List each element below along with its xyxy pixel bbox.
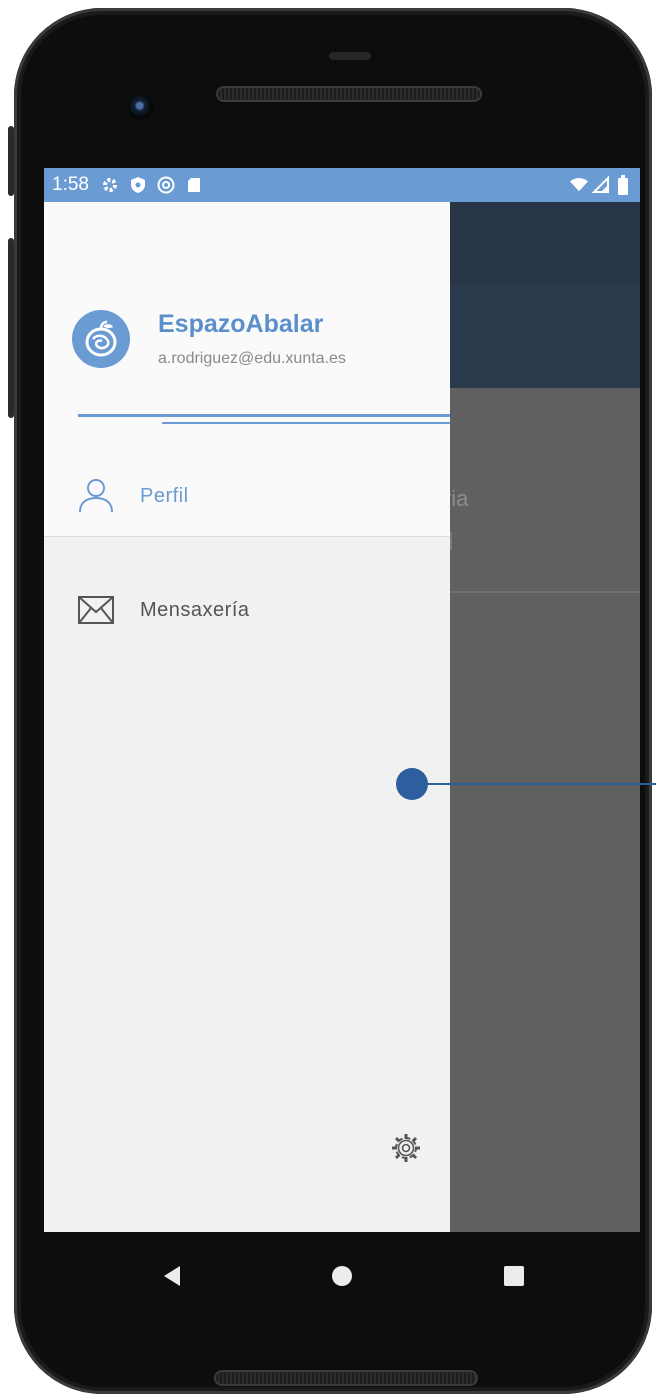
user-email: a.rodriguez@edu.xunta.es [158,350,346,367]
app-name: EspazoAbalar [158,310,324,338]
wifi-icon [570,176,588,194]
settings-icon [101,176,119,194]
screen: cundaria 1:58 [44,168,640,1232]
recents-square-icon [504,1266,524,1286]
battery-icon [614,175,632,195]
settings-button[interactable] [388,1132,424,1168]
volume-button [8,238,14,418]
gear-icon [389,1131,423,1169]
proximity-sensor [329,52,371,60]
top-speaker [216,86,482,102]
bottom-speaker [214,1370,478,1386]
envelope-icon [76,590,116,630]
menu-item-mensaxeria[interactable]: Mensaxería [44,578,450,642]
system-icons [570,175,632,195]
menu-item-perfil[interactable]: Perfil [44,464,450,528]
background-divider [450,591,640,593]
power-button [8,126,14,196]
menu-item-label: Perfil [140,484,189,507]
at-sign-icon [157,176,175,194]
front-camera [128,94,154,120]
notification-icons [101,176,203,194]
navigation-bar [44,1232,640,1320]
person-icon [76,476,116,516]
home-circle-icon [332,1266,352,1286]
header-accent-line [78,414,450,417]
status-bar: 1:58 [44,168,640,202]
app-logo [72,310,130,368]
home-button[interactable] [324,1258,360,1294]
callout-line [426,783,656,785]
back-triangle-icon [164,1266,180,1286]
callout-marker [396,768,428,800]
drawer-divider [44,536,450,537]
back-button[interactable] [154,1258,190,1294]
shield-icon [129,176,147,194]
background-item-marker [450,532,452,550]
menu-item-label: Mensaxería [140,598,250,621]
signal-icon [592,176,610,194]
header-accent-line-secondary [162,422,450,424]
recents-button[interactable] [496,1258,532,1294]
status-time: 1:58 [52,174,89,195]
sd-card-icon [185,176,203,194]
navigation-drawer: EspazoAbalar a.rodriguez@edu.xunta.es Pe… [44,202,450,1232]
